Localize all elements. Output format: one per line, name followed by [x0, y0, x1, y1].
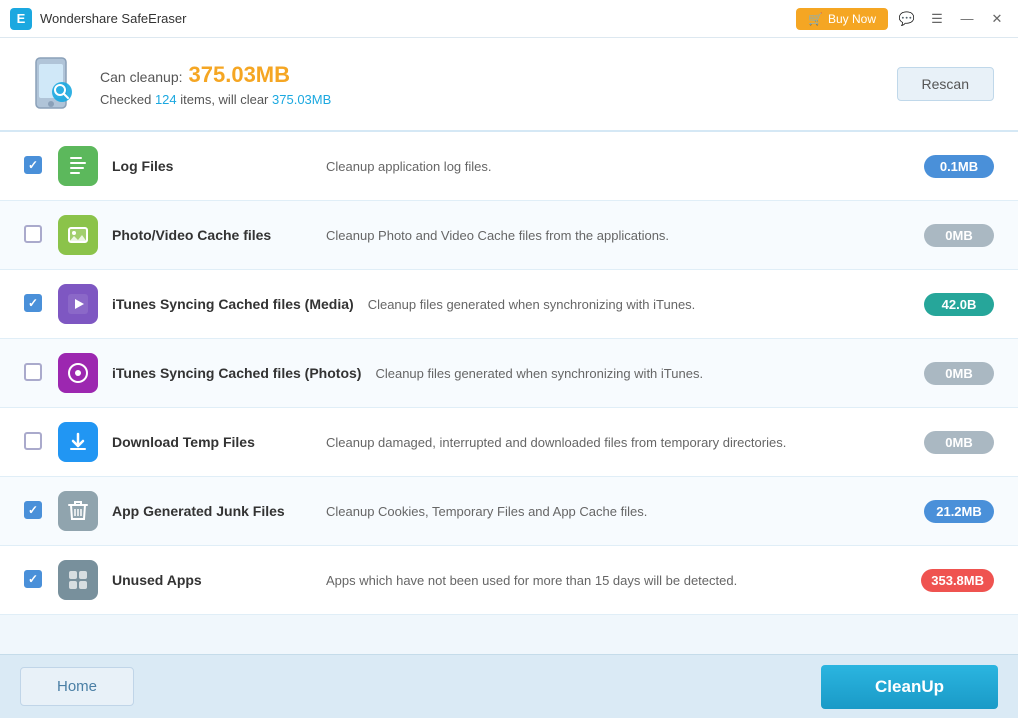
- checkbox-visual: [24, 294, 42, 312]
- checkbox-log-files[interactable]: [24, 156, 44, 176]
- checkbox-download-temp[interactable]: [24, 432, 44, 452]
- cart-icon: 🛒: [808, 12, 823, 26]
- list-item: Unused Apps Apps which have not been use…: [0, 546, 1018, 615]
- photo-video-cache-size: 0MB: [924, 224, 994, 247]
- app-junk-name: App Generated Junk Files: [112, 503, 312, 519]
- itunes-photos-icon: [58, 353, 98, 393]
- checkbox-visual: [24, 156, 42, 174]
- app-logo: E: [10, 8, 32, 30]
- minimize-button[interactable]: —: [956, 8, 978, 30]
- buy-now-button[interactable]: 🛒 Buy Now: [796, 8, 888, 30]
- checkbox-visual: [24, 363, 42, 381]
- itunes-photos-desc: Cleanup files generated when synchronizi…: [375, 366, 910, 381]
- can-cleanup-line: Can cleanup: 375.03MB: [100, 62, 897, 88]
- itunes-media-size: 42.0B: [924, 293, 994, 316]
- list-item: Photo/Video Cache files Cleanup Photo an…: [0, 201, 1018, 270]
- unused-apps-icon: [58, 560, 98, 600]
- chat-button[interactable]: 💬: [896, 8, 918, 30]
- itunes-media-name: iTunes Syncing Cached files (Media): [112, 296, 354, 312]
- log-files-icon: [58, 146, 98, 186]
- menu-button[interactable]: ☰: [926, 8, 948, 30]
- itunes-photos-size: 0MB: [924, 362, 994, 385]
- title-bar: E Wondershare SafeEraser 🛒 Buy Now 💬 ☰ —…: [0, 0, 1018, 38]
- list-item: iTunes Syncing Cached files (Media) Clea…: [0, 270, 1018, 339]
- log-files-desc: Cleanup application log files.: [326, 159, 910, 174]
- checkbox-unused-apps[interactable]: [24, 570, 44, 590]
- checkbox-visual: [24, 432, 42, 450]
- cleanup-button[interactable]: CleanUp: [821, 665, 998, 709]
- download-temp-icon: [58, 422, 98, 462]
- cleanup-size: 375.03MB: [189, 62, 291, 88]
- photo-video-cache-desc: Cleanup Photo and Video Cache files from…: [326, 228, 910, 243]
- home-button[interactable]: Home: [20, 667, 134, 706]
- checkbox-visual: [24, 501, 42, 519]
- photo-video-cache-name: Photo/Video Cache files: [112, 227, 312, 243]
- download-temp-name: Download Temp Files: [112, 434, 312, 450]
- unused-apps-name: Unused Apps: [112, 572, 312, 588]
- main-content: Can cleanup: 375.03MB Checked 124 items,…: [0, 38, 1018, 718]
- phone-icon: [24, 54, 84, 114]
- app-junk-icon: [58, 491, 98, 531]
- app-title: Wondershare SafeEraser: [40, 11, 796, 26]
- itunes-media-desc: Cleanup files generated when synchronizi…: [368, 297, 910, 312]
- footer: Home CleanUp: [0, 654, 1018, 718]
- unused-apps-desc: Apps which have not been used for more t…: [326, 573, 907, 588]
- photo-video-cache-icon: [58, 215, 98, 255]
- title-bar-actions: 🛒 Buy Now 💬 ☰ — ✕: [796, 8, 1008, 30]
- checkbox-itunes-media[interactable]: [24, 294, 44, 314]
- checkbox-visual: [24, 570, 42, 588]
- rescan-button[interactable]: Rescan: [897, 67, 994, 101]
- header-info: Can cleanup: 375.03MB Checked 124 items,…: [0, 38, 1018, 132]
- checkbox-app-junk[interactable]: [24, 501, 44, 521]
- checked-line: Checked 124 items, will clear 375.03MB: [100, 92, 897, 107]
- list-item: App Generated Junk Files Cleanup Cookies…: [0, 477, 1018, 546]
- itunes-media-icon: [58, 284, 98, 324]
- list-item: Download Temp Files Cleanup damaged, int…: [0, 408, 1018, 477]
- header-text: Can cleanup: 375.03MB Checked 124 items,…: [100, 62, 897, 107]
- items-list: Log Files Cleanup application log files.…: [0, 132, 1018, 654]
- can-cleanup-label: Can cleanup:: [100, 69, 183, 85]
- app-junk-desc: Cleanup Cookies, Temporary Files and App…: [326, 504, 910, 519]
- close-button[interactable]: ✕: [986, 8, 1008, 30]
- log-files-name: Log Files: [112, 158, 312, 174]
- checkbox-visual: [24, 225, 42, 243]
- download-temp-size: 0MB: [924, 431, 994, 454]
- unused-apps-size: 353.8MB: [921, 569, 994, 592]
- list-item: Log Files Cleanup application log files.…: [0, 132, 1018, 201]
- itunes-photos-name: iTunes Syncing Cached files (Photos): [112, 365, 361, 381]
- download-temp-desc: Cleanup damaged, interrupted and downloa…: [326, 435, 910, 450]
- log-files-size: 0.1MB: [924, 155, 994, 178]
- app-junk-size: 21.2MB: [924, 500, 994, 523]
- list-item: iTunes Syncing Cached files (Photos) Cle…: [0, 339, 1018, 408]
- checkbox-photo-video-cache[interactable]: [24, 225, 44, 245]
- checkbox-itunes-photos[interactable]: [24, 363, 44, 383]
